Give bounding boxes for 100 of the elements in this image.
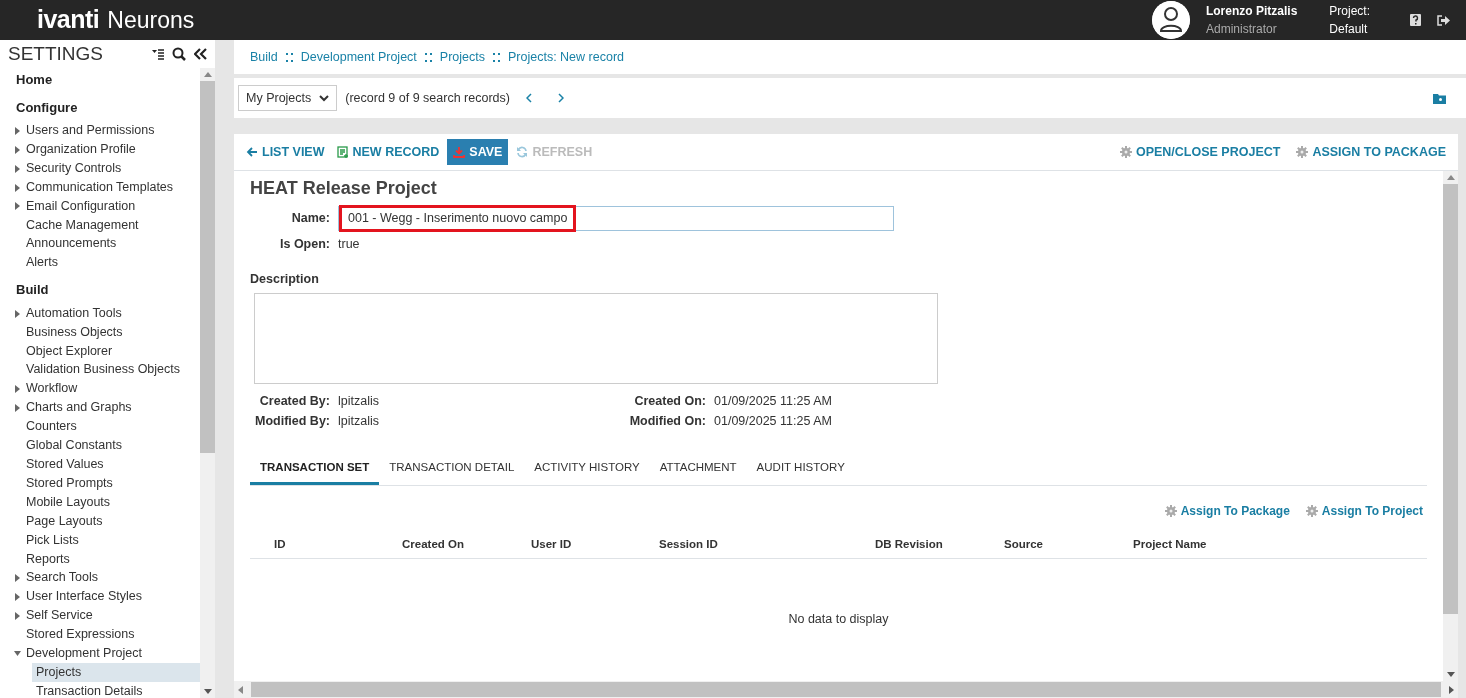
- sidebar-item[interactable]: Development Project: [22, 644, 200, 663]
- collapsed-arrow-icon[interactable]: [14, 126, 21, 135]
- sidebar-item[interactable]: Announcements: [22, 234, 200, 254]
- sidebar-item[interactable]: Global Constants: [22, 436, 200, 455]
- sidebar-item[interactable]: Cache Management: [22, 215, 200, 235]
- collapsed-arrow-icon[interactable]: [14, 183, 21, 192]
- collapsed-arrow-icon[interactable]: [14, 145, 21, 154]
- tab[interactable]: ACTIVITY HISTORY: [524, 453, 650, 486]
- sidebar-item[interactable]: Mobile Layouts: [22, 492, 200, 512]
- sidebar-item[interactable]: Stored Prompts: [22, 473, 200, 493]
- sidebar-item[interactable]: Communication Templates: [22, 177, 200, 197]
- next-icon[interactable]: [556, 93, 564, 103]
- scroll-down-icon[interactable]: [203, 689, 212, 694]
- sidebar-item[interactable]: Security Controls: [22, 158, 200, 178]
- sidebar-item[interactable]: Pick Lists: [22, 530, 200, 550]
- sidebar-item[interactable]: Stored Expressions: [22, 625, 200, 645]
- toolbar-button[interactable]: ASSIGN TO PACKAGE: [1292, 139, 1450, 165]
- sidebar-title: SETTINGS: [8, 41, 103, 66]
- search-icon[interactable]: [172, 47, 186, 61]
- grid-action-link[interactable]: Assign To Package: [1164, 502, 1290, 521]
- scroll-up-icon[interactable]: [203, 72, 212, 77]
- sidebar-item[interactable]: Business Objects: [22, 322, 200, 342]
- sidebar-item[interactable]: Reports: [22, 549, 200, 569]
- toolbar-button[interactable]: NEW RECORD: [332, 139, 444, 165]
- collapsed-arrow-icon[interactable]: [14, 164, 21, 173]
- logo-brand: ivanti: [37, 4, 100, 36]
- sidebar-item[interactable]: User Interface Styles: [22, 587, 200, 607]
- form-scrollbar[interactable]: [1443, 171, 1458, 681]
- sidebar-item[interactable]: Charts and Graphs: [22, 398, 200, 418]
- breadcrumb-link[interactable]: Development Project: [300, 47, 417, 67]
- sidebar-item[interactable]: Stored Values: [22, 455, 200, 474]
- sidebar-section-title[interactable]: Home: [0, 70, 200, 90]
- help-icon[interactable]: [1410, 14, 1421, 26]
- empty-message: No data to display: [788, 611, 889, 629]
- column-header[interactable]: Project Name: [1133, 536, 1333, 554]
- sidebar-item[interactable]: Self Service: [22, 606, 200, 626]
- sidebar-item[interactable]: Search Tools: [22, 568, 200, 588]
- sidebar-item[interactable]: Validation Business Objects: [22, 360, 200, 380]
- expanded-arrow-icon[interactable]: [14, 649, 21, 658]
- collapsed-arrow-icon[interactable]: [14, 593, 21, 602]
- field-value: lpitzalis: [338, 392, 380, 410]
- project-label: Project:: [1329, 3, 1370, 20]
- tab[interactable]: ATTACHMENT: [649, 453, 747, 486]
- sidebar-item[interactable]: Alerts: [22, 253, 200, 273]
- collapsed-arrow-icon[interactable]: [14, 309, 21, 318]
- sidebar-item[interactable]: Counters: [22, 417, 200, 437]
- scroll-right-icon[interactable]: [1449, 685, 1454, 694]
- scroll-up-icon[interactable]: [1446, 175, 1455, 180]
- collapsed-arrow-icon[interactable]: [14, 202, 21, 211]
- breadcrumb-link[interactable]: Projects: [439, 47, 485, 67]
- tab[interactable]: TRANSACTION SET: [250, 453, 380, 486]
- sidebar-item[interactable]: Organization Profile: [22, 139, 200, 159]
- record-position: (record 9 of 9 search records): [345, 89, 510, 107]
- collapsed-arrow-icon[interactable]: [14, 574, 21, 583]
- tab[interactable]: AUDIT HISTORY: [746, 453, 855, 486]
- breadcrumb-link[interactable]: Build: [250, 47, 278, 67]
- list-icon[interactable]: [152, 48, 164, 60]
- scroll-down-icon[interactable]: [1446, 672, 1455, 677]
- view-dropdown[interactable]: My Projects: [238, 84, 338, 112]
- sidebar-item[interactable]: Transaction Details: [32, 681, 200, 698]
- scroll-left-icon[interactable]: [238, 685, 243, 694]
- tab[interactable]: TRANSACTION DETAIL: [379, 453, 525, 486]
- user-name: Lorenzo Pitzalis: [1205, 3, 1298, 20]
- refresh-icon: [516, 146, 529, 158]
- column-header[interactable]: Created On: [402, 536, 531, 554]
- sidebar-item[interactable]: Users and Permissions: [22, 121, 200, 140]
- toolbar-button[interactable]: LIST VIEW: [242, 139, 329, 165]
- avatar-icon[interactable]: [1151, 1, 1190, 39]
- collapsed-arrow-icon[interactable]: [14, 404, 21, 413]
- sidebar-item[interactable]: Page Layouts: [22, 511, 200, 531]
- column-header[interactable]: User ID: [531, 536, 659, 554]
- sidebar-section-title[interactable]: Build: [0, 280, 200, 300]
- toolbar-button[interactable]: SAVE: [447, 138, 509, 166]
- sidebar-item[interactable]: Object Explorer: [22, 341, 200, 361]
- sidebar-item[interactable]: Workflow: [22, 379, 200, 399]
- collapsed-arrow-icon[interactable]: [14, 612, 21, 621]
- project-value: Default: [1329, 21, 1369, 38]
- previous-icon[interactable]: [525, 93, 533, 103]
- column-header[interactable]: DB Revision: [875, 536, 1004, 554]
- breadcrumb-link[interactable]: Projects: New record: [508, 47, 624, 67]
- name-field[interactable]: 001 - Wegg - Inserimento nuovo campo: [338, 206, 894, 231]
- collapse-icon[interactable]: [194, 48, 207, 60]
- field-label: Name:: [290, 210, 330, 228]
- column-header[interactable]: Source: [1004, 536, 1133, 554]
- field-label: Created On:: [633, 392, 706, 410]
- sidebar-item[interactable]: Automation Tools: [22, 303, 200, 323]
- toolbar-button[interactable]: OPEN/CLOSE PROJECT: [1115, 139, 1285, 165]
- collapsed-arrow-icon[interactable]: [14, 385, 21, 394]
- description-field[interactable]: [254, 292, 938, 384]
- column-header[interactable]: Session ID: [659, 536, 875, 554]
- user-role: Administrator: [1205, 21, 1278, 38]
- sidebar-item[interactable]: Email Configuration: [22, 196, 200, 216]
- folder-icon[interactable]: [1433, 92, 1446, 104]
- sidebar-section-title[interactable]: Configure: [0, 97, 200, 117]
- logout-icon[interactable]: [1437, 14, 1450, 26]
- grid-action-link[interactable]: Assign To Project: [1305, 502, 1423, 521]
- column-header[interactable]: ID: [274, 536, 402, 554]
- horizontal-scrollbar[interactable]: [234, 681, 1458, 698]
- sidebar-item[interactable]: Projects: [32, 662, 200, 682]
- sidebar-scrollbar[interactable]: [200, 68, 215, 698]
